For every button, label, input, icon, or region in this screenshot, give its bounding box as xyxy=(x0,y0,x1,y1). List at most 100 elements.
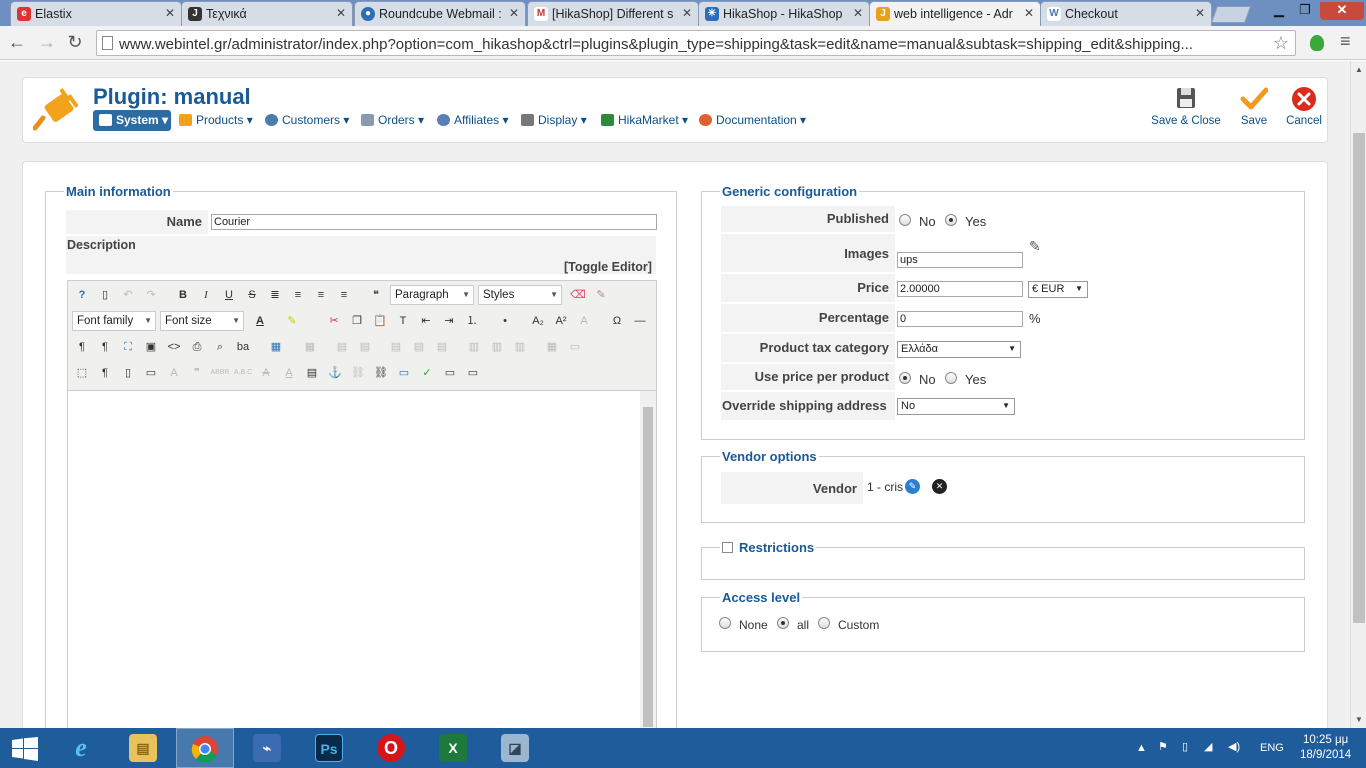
visual-aid-icon[interactable]: ⬚ xyxy=(72,363,92,383)
copy-icon[interactable]: ❐ xyxy=(347,311,367,331)
redo-icon[interactable]: ↷ xyxy=(141,285,161,305)
page-scroll-thumb[interactable] xyxy=(1353,133,1365,623)
superscript-icon[interactable]: A² xyxy=(551,311,571,331)
split-cells-icon[interactable]: ▦ xyxy=(542,337,562,357)
bullet-list-icon[interactable]: • xyxy=(495,311,515,331)
close-icon[interactable]: ✕ xyxy=(336,6,346,20)
bold-icon[interactable]: B xyxy=(173,285,193,305)
remove-vendor-icon[interactable]: ✕ xyxy=(932,479,947,494)
excel-taskbar-button[interactable]: X xyxy=(424,728,482,768)
pagebreak-icon[interactable]: ▭ xyxy=(440,363,460,383)
special-char-icon[interactable]: Ω xyxy=(607,311,627,331)
menu-orders[interactable]: Orders ▾ xyxy=(355,110,430,131)
editor-scroll-thumb[interactable] xyxy=(643,407,653,727)
cancel-button[interactable]: Cancel xyxy=(1283,86,1325,127)
unlink-icon[interactable]: ⛓ xyxy=(348,363,368,383)
volume-icon[interactable]: ◀) xyxy=(1228,740,1240,753)
forward-icon[interactable]: → xyxy=(36,32,58,53)
attributes-icon[interactable]: ▤ xyxy=(302,363,322,383)
highlight-icon[interactable]: ✎ xyxy=(282,311,302,331)
menu-products[interactable]: Products ▾ xyxy=(173,110,259,131)
col-before-icon[interactable]: ▥ xyxy=(464,337,484,357)
scroll-down-icon[interactable]: ▼ xyxy=(1355,715,1363,724)
blockquote-icon[interactable]: ❝ xyxy=(366,285,386,305)
styles-select[interactable]: Styles ▼ xyxy=(478,285,562,305)
italic-icon[interactable]: I xyxy=(196,285,216,305)
numbered-list-icon[interactable]: ⒈ xyxy=(462,311,482,331)
close-icon[interactable]: ✕ xyxy=(853,6,863,20)
price-input[interactable] xyxy=(897,281,1023,297)
new-document-icon[interactable]: ▯ xyxy=(95,285,115,305)
explorer-taskbar-button[interactable]: ▤ xyxy=(114,728,172,768)
subscript-icon[interactable]: A₂ xyxy=(528,311,548,331)
reload-icon[interactable]: ↻ xyxy=(64,32,86,53)
access-all-radio[interactable] xyxy=(777,617,789,629)
flag-icon[interactable]: ⚑ xyxy=(1158,740,1168,753)
row-before-icon[interactable]: ▤ xyxy=(386,337,406,357)
editor-scrollbar[interactable] xyxy=(640,391,656,728)
cut-icon[interactable]: ✂ xyxy=(324,311,344,331)
start-button[interactable] xyxy=(0,728,58,768)
page-scrollbar[interactable]: ▲ ▼ xyxy=(1350,61,1366,728)
paste-text-icon[interactable]: T xyxy=(393,311,413,331)
strikethrough-icon[interactable]: S xyxy=(242,285,262,305)
battery-icon[interactable]: ▯ xyxy=(1182,740,1188,753)
tray-chevron-icon[interactable]: ▲ xyxy=(1136,742,1147,754)
show-blocks-icon[interactable]: ¶ xyxy=(95,363,115,383)
override-shipping-select[interactable]: No ▼ xyxy=(897,398,1015,415)
delete-table-icon[interactable]: ▦ xyxy=(300,337,320,357)
clock[interactable]: 10:25 μμ 18/9/2014 xyxy=(1300,733,1351,763)
browser-tab[interactable]: M [HikaShop] Different s ✕ xyxy=(527,1,699,26)
save-button[interactable]: Save xyxy=(1233,86,1275,127)
close-icon[interactable]: ✕ xyxy=(1195,6,1205,20)
image-icon[interactable]: ▭ xyxy=(394,363,414,383)
edit-vendor-icon[interactable]: ✎ xyxy=(905,479,920,494)
menu-affiliates[interactable]: Affiliates ▾ xyxy=(431,110,515,131)
help-icon[interactable]: ? xyxy=(72,285,92,305)
readmore-icon[interactable]: ▭ xyxy=(463,363,483,383)
browser-tab-active[interactable]: J web intelligence - Adr ✕ xyxy=(869,1,1041,26)
preview-icon[interactable]: ▣ xyxy=(141,337,161,357)
opera-taskbar-button[interactable]: O xyxy=(362,728,420,768)
rtl-icon[interactable]: ¶ xyxy=(95,337,115,357)
cleanup-icon[interactable]: ✎ xyxy=(591,285,611,305)
cell-props-icon[interactable]: ▤ xyxy=(355,337,375,357)
merge-cells-icon[interactable]: ▭ xyxy=(565,337,585,357)
save-close-button[interactable]: Save & Close xyxy=(1151,86,1221,127)
text-color-icon[interactable]: A xyxy=(250,311,270,331)
ie-taskbar-button[interactable]: e xyxy=(52,728,110,768)
close-icon[interactable]: ✕ xyxy=(682,6,692,20)
bookmark-star-icon[interactable]: ☆ xyxy=(1273,33,1289,54)
row-props-icon[interactable]: ▤ xyxy=(332,337,352,357)
table-icon[interactable]: ▦ xyxy=(266,337,286,357)
address-bar[interactable]: www.webintel.gr/administrator/index.php?… xyxy=(96,30,1296,56)
del-icon[interactable]: A xyxy=(256,363,276,383)
published-yes-radio[interactable] xyxy=(945,214,957,226)
link-icon[interactable]: ⛓ xyxy=(371,363,391,383)
per-product-no-radio[interactable] xyxy=(899,372,911,384)
replace-icon[interactable]: ba xyxy=(233,337,253,357)
paste-icon[interactable]: 📋 xyxy=(370,311,390,331)
cite-icon[interactable]: ❞ xyxy=(187,363,207,383)
network-taskbar-button[interactable]: ⌁ xyxy=(238,728,296,768)
chrome-taskbar-button[interactable] xyxy=(176,728,234,768)
fullscreen-icon[interactable]: ⛶ xyxy=(118,337,138,357)
abbr-icon[interactable]: ABBR xyxy=(210,363,230,383)
undo-icon[interactable]: ↶ xyxy=(118,285,138,305)
toggle-editor-link[interactable]: [Toggle Editor] xyxy=(564,260,652,274)
close-icon[interactable]: ✕ xyxy=(165,6,175,20)
styles-icon[interactable]: A xyxy=(164,363,184,383)
ltr-icon[interactable]: ¶ xyxy=(72,337,92,357)
browser-tab[interactable]: ✳ HikaShop - HikaShop ✕ xyxy=(698,1,870,26)
browser-tab[interactable]: ● Roundcube Webmail : ✕ xyxy=(354,1,526,26)
horizontal-rule-icon[interactable]: — xyxy=(630,311,650,331)
row-after-icon[interactable]: ▤ xyxy=(409,337,429,357)
delete-col-icon[interactable]: ▥ xyxy=(510,337,530,357)
close-icon[interactable]: ✕ xyxy=(509,6,519,20)
extension-icon[interactable] xyxy=(1310,35,1324,51)
format-select[interactable]: Paragraph ▼ xyxy=(390,285,474,305)
tax-category-select[interactable]: Ελλάδα ▼ xyxy=(897,341,1021,358)
percentage-input[interactable] xyxy=(897,311,1023,327)
layer-icon[interactable]: ▭ xyxy=(141,363,161,383)
underline-icon[interactable]: U xyxy=(219,285,239,305)
